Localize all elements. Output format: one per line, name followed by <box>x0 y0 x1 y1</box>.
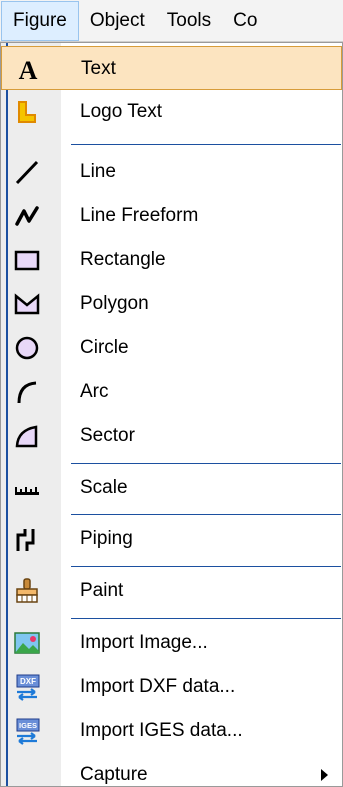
sector-icon <box>13 422 41 450</box>
figure-dropdown-menu: A Text Logo Text Line Line Freeform Rect… <box>0 42 343 787</box>
import-iges-icon: IGES <box>13 717 41 745</box>
menu-bar: Figure Object Tools Co <box>0 0 343 42</box>
separator <box>71 144 341 145</box>
menu-item-label: Line <box>80 161 116 182</box>
menu-item-label: Import DXF data... <box>80 676 236 697</box>
separator <box>71 514 341 515</box>
circle-icon <box>13 334 41 362</box>
menu-item-label: Capture <box>80 764 148 785</box>
import-dxf-icon: DXF <box>13 673 41 701</box>
menu-item-label: Import Image... <box>80 632 208 653</box>
menu-item-circle[interactable]: Circle <box>1 326 342 370</box>
rectangle-icon <box>13 246 41 274</box>
text-icon: A <box>14 55 42 83</box>
menu-item-scale[interactable]: Scale <box>1 466 342 510</box>
import-image-icon <box>13 629 41 657</box>
menu-co[interactable]: Co <box>222 1 268 41</box>
menu-item-rectangle[interactable]: Rectangle <box>1 238 342 282</box>
menu-item-import-iges[interactable]: IGES Import IGES data... <box>1 709 342 753</box>
menu-item-arc[interactable]: Arc <box>1 370 342 414</box>
paint-icon <box>13 577 41 605</box>
menu-item-piping[interactable]: Piping <box>1 517 342 561</box>
menu-item-label: Scale <box>80 477 128 498</box>
logo-text-icon <box>13 98 41 126</box>
polygon-icon <box>13 290 41 318</box>
svg-text:A: A <box>19 56 38 83</box>
menu-item-line[interactable]: Line <box>1 150 342 194</box>
piping-icon <box>13 525 41 553</box>
menu-item-label: Sector <box>80 425 135 446</box>
menu-item-label: Arc <box>80 381 109 402</box>
line-icon <box>13 158 41 186</box>
menu-item-label: Text <box>81 58 116 79</box>
menu-item-label: Polygon <box>80 293 149 314</box>
menu-item-label: Logo Text <box>80 101 163 122</box>
line-freeform-icon <box>13 202 41 230</box>
menu-item-text[interactable]: A Text <box>1 46 342 90</box>
svg-text:DXF: DXF <box>20 677 36 686</box>
menu-item-polygon[interactable]: Polygon <box>1 282 342 326</box>
menu-tools[interactable]: Tools <box>156 1 222 41</box>
menu-object[interactable]: Object <box>79 1 156 41</box>
menu-item-logo-text[interactable]: Logo Text <box>1 90 342 134</box>
separator <box>71 618 341 619</box>
menu-item-label: Line Freeform <box>80 205 199 226</box>
svg-text:IGES: IGES <box>19 721 37 730</box>
application-window: Figure Object Tools Co A Text Logo Text <box>0 0 343 787</box>
menu-item-label: Rectangle <box>80 249 166 270</box>
menu-item-line-freeform[interactable]: Line Freeform <box>1 194 342 238</box>
menu-item-label: Paint <box>80 580 124 601</box>
menu-item-label: Import IGES data... <box>80 720 243 741</box>
menu-item-import-image[interactable]: Import Image... <box>1 621 342 665</box>
menu-item-label: Circle <box>80 337 129 358</box>
menu-item-import-dxf[interactable]: DXF Import DXF data... <box>1 665 342 709</box>
menu-item-capture[interactable]: Capture <box>1 753 342 787</box>
separator <box>71 566 341 567</box>
menu-item-paint[interactable]: Paint <box>1 569 342 613</box>
menu-item-label: Piping <box>80 528 133 549</box>
menu-figure[interactable]: Figure <box>1 0 79 41</box>
arc-icon <box>13 378 41 406</box>
submenu-arrow-icon <box>321 769 328 781</box>
scale-icon <box>13 474 41 502</box>
menu-item-sector[interactable]: Sector <box>1 414 342 458</box>
separator <box>71 463 341 464</box>
